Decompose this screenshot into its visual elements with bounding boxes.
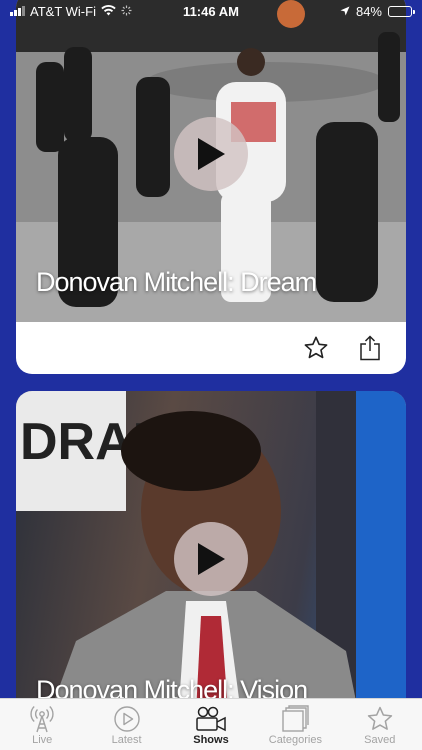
play-circle-icon [113, 704, 141, 734]
show-card[interactable]: DRAFT Donovan Mitchell: Vision [16, 391, 406, 750]
tab-bar: Live Latest Shows Categories Saved [0, 698, 422, 750]
wifi-icon [101, 4, 116, 19]
carrier-label: AT&T Wi-Fi [30, 3, 96, 19]
play-button[interactable] [174, 522, 248, 596]
battery-icon [388, 5, 415, 17]
card-title: Donovan Mitchell: Dream [36, 267, 317, 297]
tab-categories[interactable]: Categories [255, 704, 335, 746]
activity-icon [121, 4, 132, 19]
video-camera-icon [195, 704, 227, 734]
signal-icon [10, 6, 25, 16]
favorite-star-icon[interactable] [302, 334, 330, 362]
tab-label: Saved [364, 734, 396, 746]
video-thumbnail[interactable]: Donovan Mitchell: Dream [16, 0, 406, 322]
tab-label: Categories [268, 734, 322, 746]
video-thumbnail[interactable]: DRAFT Donovan Mitchell: Vision [16, 391, 406, 750]
status-right: 84% [340, 3, 415, 19]
play-icon [198, 138, 225, 170]
status-time: 11:46 AM [183, 3, 239, 19]
show-card[interactable]: Donovan Mitchell: Dream [16, 0, 406, 374]
tab-label: Latest [111, 734, 142, 746]
tab-latest[interactable]: Latest [87, 704, 167, 746]
tab-saved[interactable]: Saved [340, 704, 420, 746]
play-icon [198, 543, 225, 575]
share-icon[interactable] [356, 334, 384, 362]
status-bar: AT&T Wi-Fi 11:46 AM 84% [0, 0, 422, 22]
battery-percent: 84% [355, 3, 382, 19]
location-icon [340, 4, 350, 19]
tab-label: Live [32, 734, 53, 746]
stacked-squares-icon [280, 704, 310, 734]
play-button[interactable] [174, 117, 248, 191]
tab-label: Shows [193, 734, 229, 746]
tab-shows[interactable]: Shows [171, 704, 251, 746]
star-icon [366, 704, 394, 734]
card-actions [302, 334, 384, 362]
status-left: AT&T Wi-Fi [10, 4, 132, 19]
antenna-icon [29, 704, 55, 734]
tab-live[interactable]: Live [2, 704, 82, 746]
